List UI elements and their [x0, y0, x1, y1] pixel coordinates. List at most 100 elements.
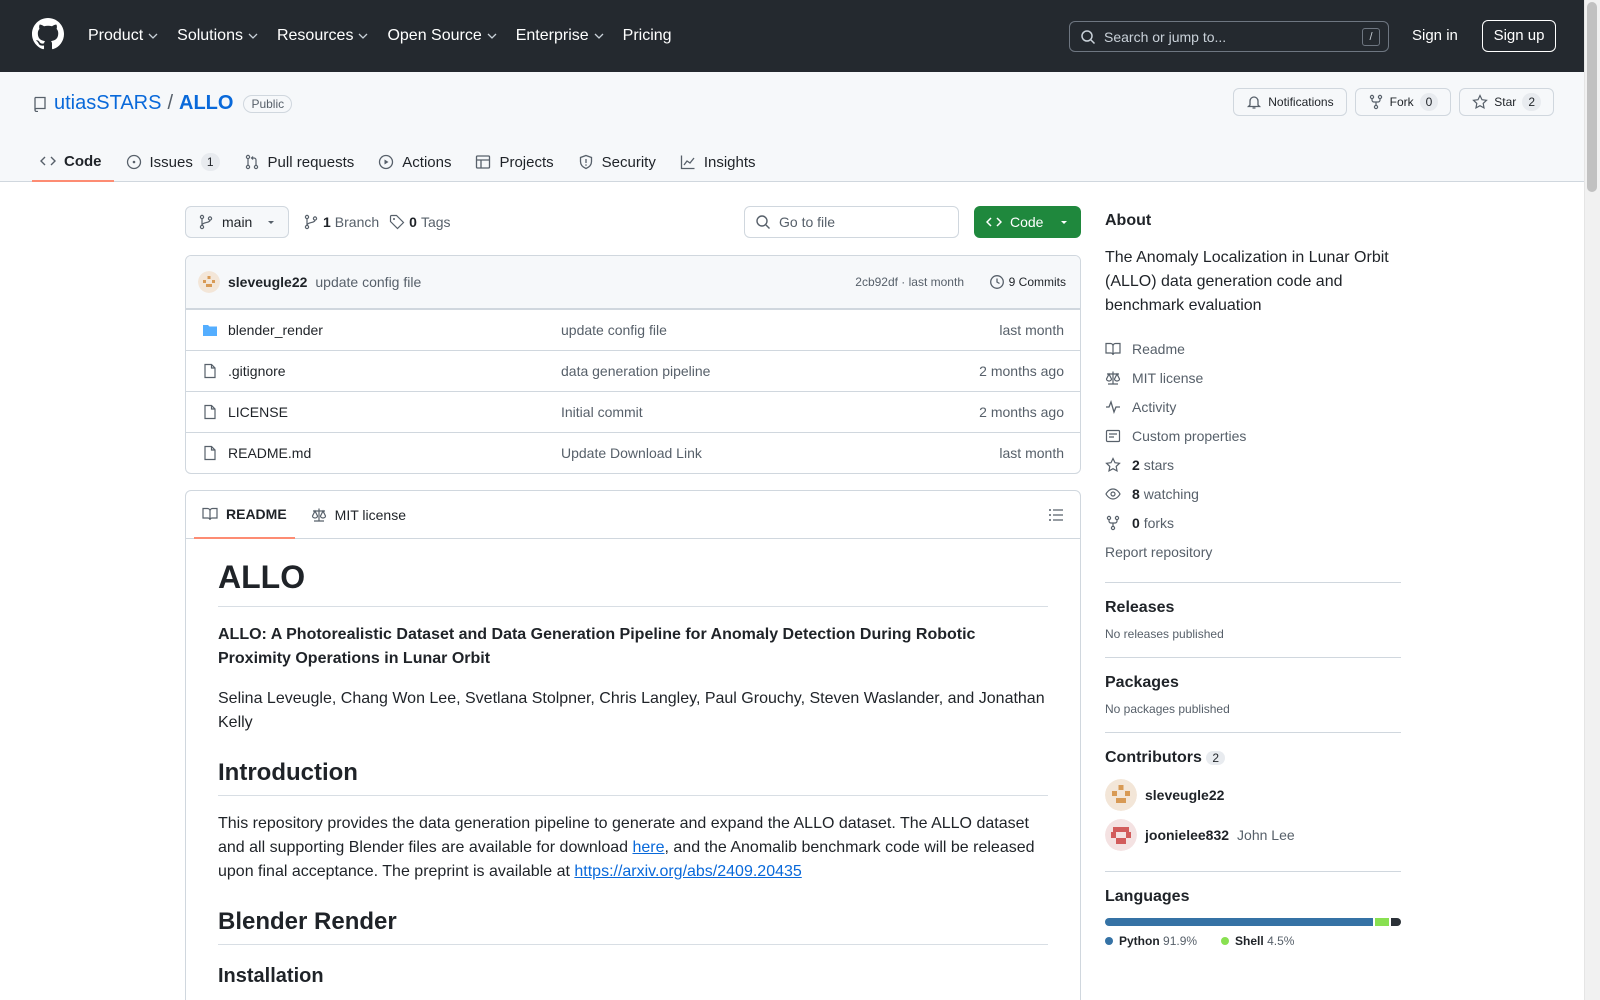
contributor-item[interactable]: sleveugle22 — [1105, 775, 1401, 815]
tab-actions[interactable]: Actions — [370, 142, 463, 182]
download-here-link[interactable]: here — [632, 839, 664, 856]
divider — [1105, 582, 1401, 583]
license-link[interactable]: MIT license — [1105, 363, 1401, 392]
branch-selector[interactable]: main — [185, 206, 289, 238]
file-date: 2 months ago — [979, 363, 1064, 379]
repo-sidebar: About The Anomaly Localization in Lunar … — [1105, 206, 1401, 948]
custom-properties-link[interactable]: Custom properties — [1105, 421, 1401, 450]
main-content: main 1 Branch 0 Tags Go to file Code sle… — [185, 206, 1081, 1000]
activity-link[interactable]: Activity — [1105, 392, 1401, 421]
note-icon — [1105, 429, 1121, 442]
global-header: Product Solutions Resources Open Source … — [0, 0, 1584, 72]
avatar[interactable] — [198, 271, 220, 293]
file-row[interactable]: README.md Update Download Link last mont… — [186, 432, 1080, 473]
about-heading: About — [1105, 212, 1152, 229]
book-icon — [202, 507, 218, 520]
commit-author[interactable]: sleveugle22 — [228, 274, 307, 290]
file-name[interactable]: README.md — [228, 445, 561, 461]
scrollbar-thumb[interactable] — [1587, 2, 1597, 192]
file-row[interactable]: .gitignore data generation pipeline 2 mo… — [186, 350, 1080, 391]
contributors-heading[interactable]: Contributors 2 — [1105, 749, 1401, 767]
releases-heading[interactable]: Releases — [1105, 599, 1401, 617]
readme-heading-introduction: Introduction — [218, 759, 1048, 796]
branches-link[interactable]: 1 Branch — [303, 214, 379, 230]
play-icon — [379, 154, 394, 170]
tab-security[interactable]: Security — [570, 142, 668, 182]
bell-icon — [1247, 96, 1262, 109]
fork-button[interactable]: Fork 0 — [1354, 88, 1452, 116]
code-dropdown-button[interactable]: Code — [974, 206, 1081, 238]
contributor-login: joonielee832 — [1145, 827, 1230, 843]
fork-icon — [1369, 94, 1382, 110]
contributor-item[interactable]: joonielee832 John Lee — [1105, 815, 1401, 855]
chevron-down-icon — [248, 33, 258, 39]
file-row[interactable]: blender_render update config file last m… — [186, 309, 1080, 350]
avatar — [1105, 819, 1137, 851]
book-icon — [1105, 342, 1121, 355]
fork-icon — [1106, 515, 1120, 530]
star-button[interactable]: Star 2 — [1459, 88, 1554, 116]
language-dot — [1221, 937, 1230, 945]
tags-link[interactable]: 0 Tags — [389, 214, 451, 230]
nav-enterprise[interactable]: Enterprise — [516, 27, 613, 45]
file-commit-message[interactable]: Initial commit — [561, 404, 643, 420]
readme-authors: Selina Leveugle, Chang Won Lee, Svetlana… — [218, 690, 1045, 731]
tab-issues[interactable]: Issues 1 — [118, 142, 232, 182]
tab-code[interactable]: Code — [32, 142, 114, 182]
nav-solutions[interactable]: Solutions — [177, 27, 267, 45]
tag-icon — [390, 214, 405, 230]
tab-pull-requests[interactable]: Pull requests — [236, 142, 367, 182]
nav-open-source[interactable]: Open Source — [387, 27, 505, 45]
commit-message[interactable]: update config file — [315, 274, 421, 290]
nav-product[interactable]: Product — [88, 27, 167, 45]
forks-link[interactable]: 0 forks — [1105, 508, 1401, 537]
repo-name-link[interactable]: ALLO — [179, 92, 233, 115]
tab-insights[interactable]: Insights — [672, 142, 768, 182]
commits-link[interactable]: 9 Commits — [989, 274, 1066, 290]
eye-icon — [1105, 487, 1121, 500]
divider — [1105, 871, 1401, 872]
readme-panel: README MIT license ALLO ALLO: A Photorea… — [185, 490, 1081, 1000]
file-name[interactable]: blender_render — [228, 322, 561, 338]
about-description: The Anomaly Localization in Lunar Orbit … — [1105, 249, 1389, 314]
packages-heading[interactable]: Packages — [1105, 674, 1401, 692]
commit-hash-date[interactable]: 2cb92df · last month — [855, 275, 964, 289]
sign-in-link[interactable]: Sign in — [1412, 27, 1458, 44]
tab-license[interactable]: MIT license — [303, 491, 414, 539]
go-to-file-input[interactable]: Go to file — [744, 206, 959, 238]
file-commit-message[interactable]: data generation pipeline — [561, 363, 710, 379]
file-commit-message[interactable]: update config file — [561, 322, 667, 338]
nav-pricing[interactable]: Pricing — [623, 27, 680, 45]
github-logo-icon[interactable] — [32, 18, 64, 50]
page-scrollbar[interactable] — [1584, 0, 1600, 1000]
shield-icon — [579, 154, 592, 170]
report-repository-link[interactable]: Report repository — [1105, 537, 1401, 566]
arxiv-link[interactable]: https://arxiv.org/abs/2409.20435 — [574, 863, 801, 880]
readme-content: ALLO ALLO: A Photorealistic Dataset and … — [186, 539, 1080, 1000]
repo-icon — [34, 96, 46, 112]
nav-resources[interactable]: Resources — [277, 27, 377, 45]
file-row[interactable]: LICENSE Initial commit 2 months ago — [186, 391, 1080, 432]
readme-link[interactable]: Readme — [1105, 334, 1401, 363]
visibility-badge: Public — [243, 94, 293, 113]
language-python[interactable]: Python 91.9% — [1105, 934, 1197, 948]
file-commit-message[interactable]: Update Download Link — [561, 445, 702, 461]
stars-link[interactable]: 2 stars — [1105, 450, 1401, 479]
list-icon[interactable] — [1048, 507, 1064, 523]
readme-title: ALLO — [218, 559, 1048, 607]
search-input[interactable]: Search or jump to... / — [1069, 21, 1389, 52]
sign-up-button[interactable]: Sign up — [1482, 20, 1556, 52]
search-icon — [1081, 29, 1096, 44]
watching-link[interactable]: 8 watching — [1105, 479, 1401, 508]
language-bar — [1105, 918, 1401, 926]
star-icon — [1105, 456, 1121, 472]
file-name[interactable]: .gitignore — [228, 363, 561, 379]
repo-owner-link[interactable]: utiasSTARS — [54, 92, 161, 115]
file-name[interactable]: LICENSE — [228, 404, 561, 420]
chevron-down-icon — [487, 33, 497, 39]
language-shell[interactable]: Shell 4.5% — [1221, 934, 1294, 948]
tab-projects[interactable]: Projects — [467, 142, 565, 182]
tab-readme[interactable]: README — [194, 491, 295, 539]
readme-tabs: README MIT license — [186, 491, 1080, 539]
notifications-button[interactable]: Notifications — [1233, 88, 1347, 116]
